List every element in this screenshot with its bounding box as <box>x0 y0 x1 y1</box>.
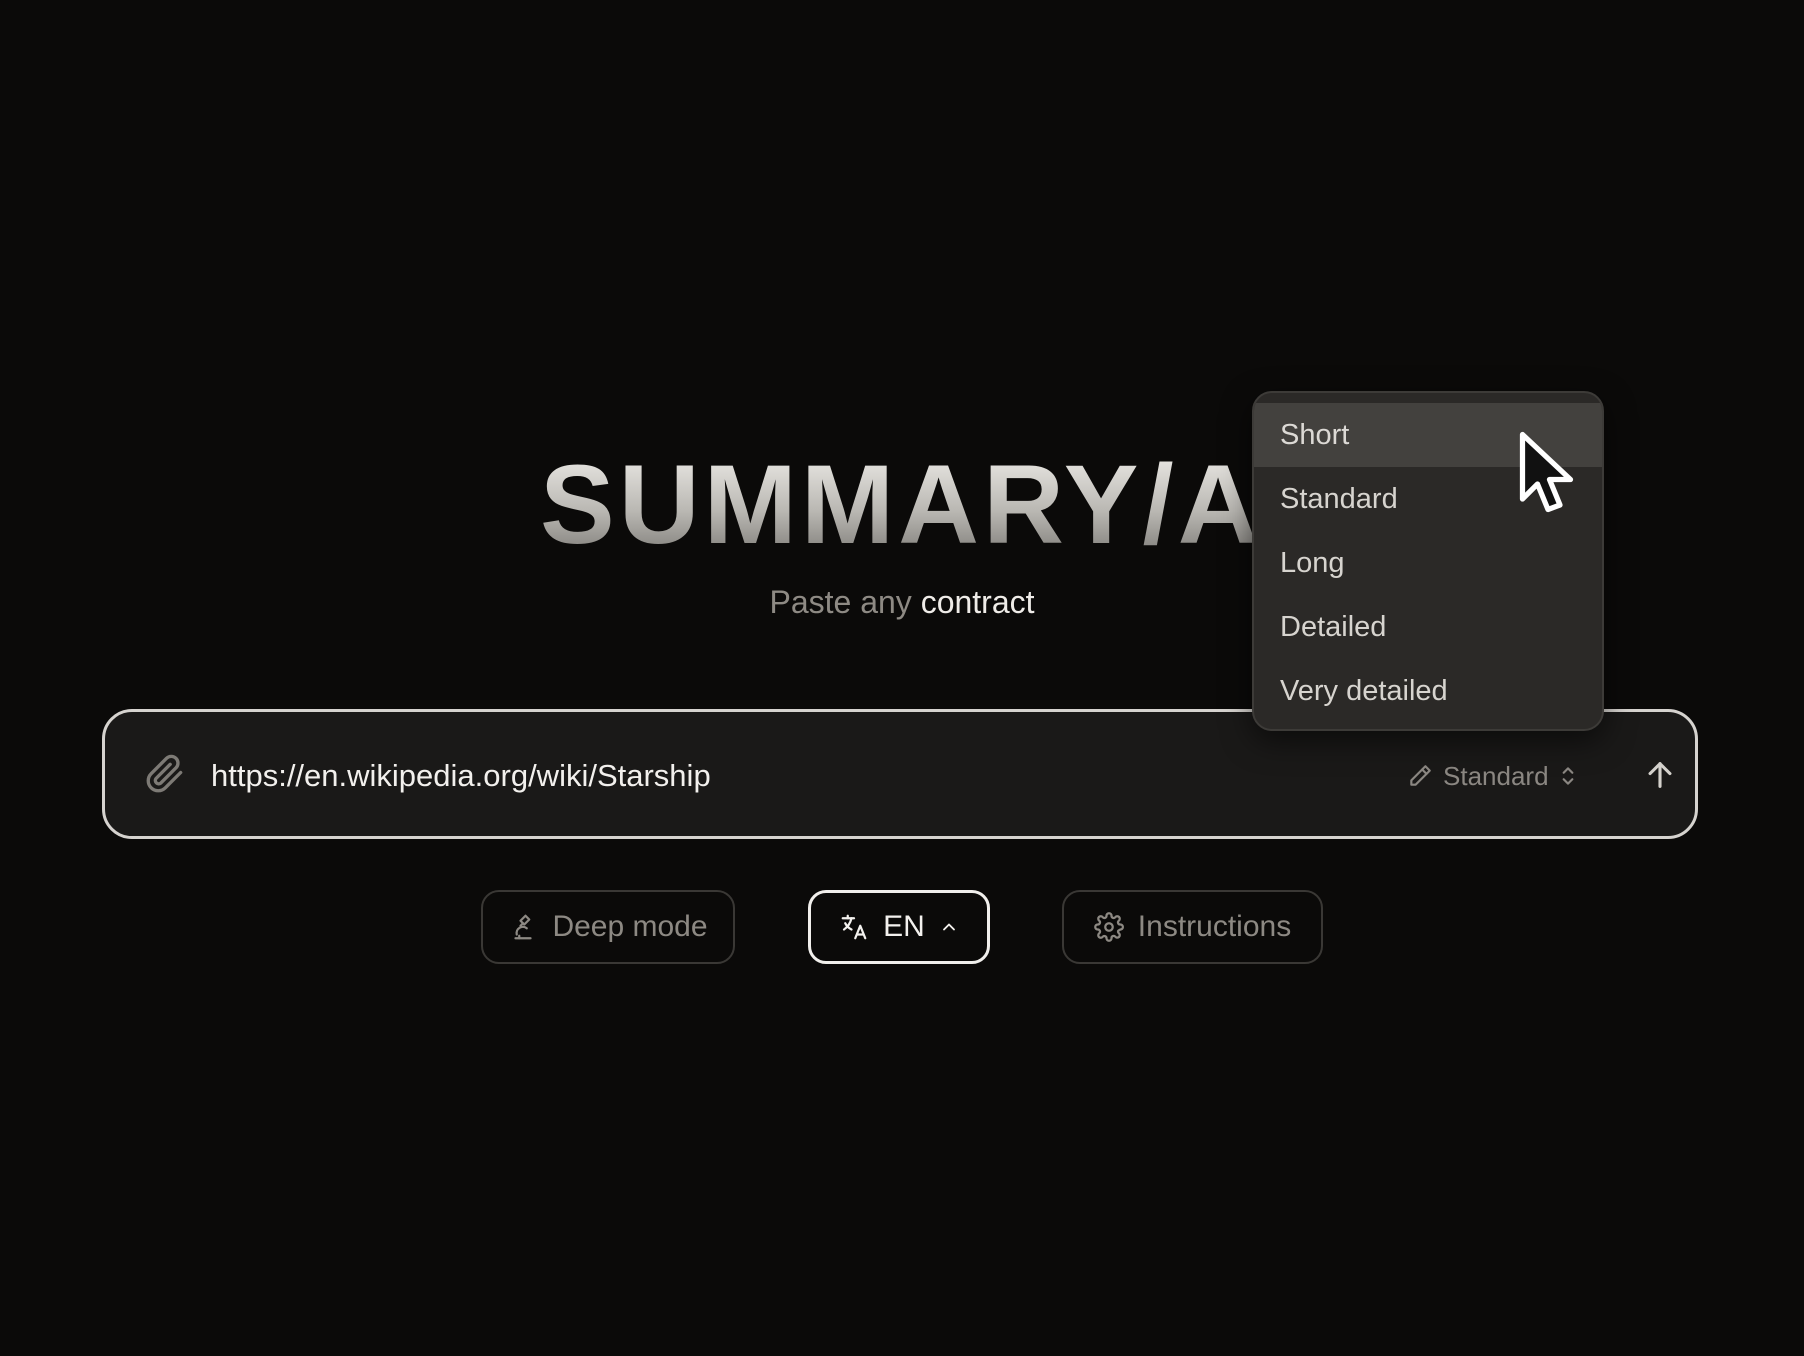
translate-icon <box>841 914 867 940</box>
ruler-pencil-icon <box>1410 765 1431 786</box>
language-button[interactable]: EN <box>808 890 990 964</box>
arrow-up-icon <box>1648 762 1672 788</box>
logo-text: SUMMARY/AI <box>540 440 1260 570</box>
tagline-prefix: Paste any <box>769 584 921 620</box>
chevron-up-down-icon <box>1562 767 1573 785</box>
length-dropdown-menu: Short Standard Long Detailed Very detail… <box>1252 391 1604 731</box>
deep-mode-button[interactable]: Deep mode <box>481 890 735 964</box>
length-select[interactable]: Standard <box>1407 752 1597 800</box>
language-label: EN <box>883 910 925 943</box>
dropdown-item-detailed[interactable]: Detailed <box>1254 595 1602 659</box>
tagline-accent: contract <box>920 584 1035 620</box>
instructions-label: Instructions <box>1137 910 1292 943</box>
dropdown-item-very-detailed[interactable]: Very detailed <box>1254 659 1602 723</box>
deep-mode-label: Deep mode <box>552 910 708 943</box>
app-logo: SUMMARY/AI <box>540 440 1260 570</box>
instructions-button[interactable]: Instructions <box>1062 890 1323 964</box>
chevron-up-icon <box>942 923 955 931</box>
length-select-label: Standard <box>1443 760 1549 791</box>
paperclip-icon[interactable] <box>145 754 185 794</box>
dropdown-item-standard[interactable]: Standard <box>1254 467 1602 531</box>
url-input[interactable] <box>209 746 1413 806</box>
gear-icon <box>1093 912 1124 942</box>
microscope-icon <box>514 914 533 940</box>
dropdown-item-short[interactable]: Short <box>1254 403 1602 467</box>
dropdown-item-long[interactable]: Long <box>1254 531 1602 595</box>
submit-button[interactable] <box>1633 748 1687 802</box>
